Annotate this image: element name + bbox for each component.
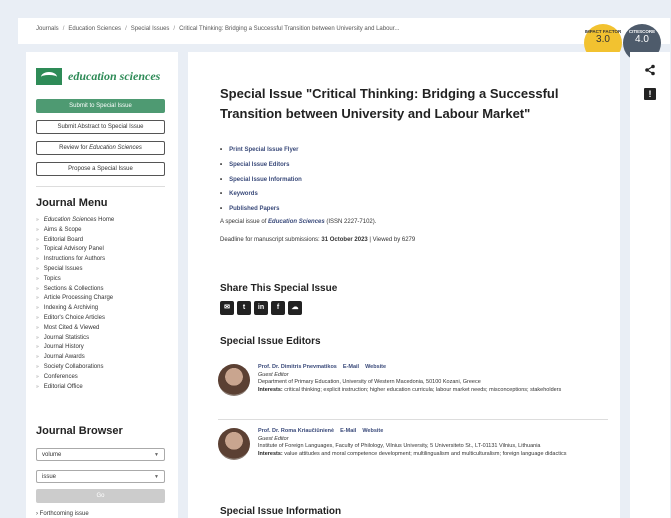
issue-description: A special issue of Education Sciences (I…	[220, 219, 377, 225]
citescore-value: 4.0	[635, 34, 649, 45]
facebook-icon[interactable]: f	[271, 301, 285, 315]
share-icon-svg	[645, 64, 655, 76]
main-content: Special Issue "Critical Thinking: Bridgi…	[188, 52, 620, 518]
editor-interests: Interests: critical thinking; explicit i…	[258, 386, 562, 393]
editor-card: Prof. Dr. Roma Kriaučiūnienė E-Mail Websit…	[218, 428, 608, 488]
menu-item-sections-collections[interactable]: Sections & Collections	[36, 285, 114, 295]
editor-affiliation: Department of Primary Education, Univers…	[258, 379, 481, 385]
menu-item-topics[interactable]: Topics	[36, 275, 114, 285]
page-title: Special Issue "Critical Thinking: Bridgi…	[220, 86, 559, 121]
editors-link[interactable]: Special Issue Editors	[220, 158, 302, 173]
feedback-icon[interactable]: !	[644, 88, 656, 100]
editor-role: Guest Editor	[258, 435, 289, 442]
volume-select-value: volume	[42, 452, 62, 458]
wechat-icon[interactable]: ☁	[288, 301, 302, 315]
menu-item-indexing-archiving[interactable]: Indexing & Archiving	[36, 304, 114, 314]
breadcrumb-current: Critical Thinking: Bridging a Successful…	[179, 26, 400, 32]
menu-item-journal-history[interactable]: Journal History	[36, 343, 114, 353]
breadcrumb-journals[interactable]: Journals	[36, 26, 59, 32]
avatar	[218, 364, 250, 396]
editor-email-link[interactable]: E-Mail	[343, 364, 359, 370]
deadline-line: Deadline for manuscript submissions: 31 …	[220, 237, 416, 243]
information-link[interactable]: Special Issue Information	[220, 173, 302, 188]
journal-logo[interactable]: education sciences	[36, 68, 160, 85]
journal-link[interactable]: Education Sciences	[268, 219, 325, 225]
twitter-icon[interactable]: t	[237, 301, 251, 315]
menu-item-journal-awards[interactable]: Journal Awards	[36, 353, 114, 363]
editor-info: Prof. Dr. Dimitris Pnevmatikos E-Mail Webs…	[258, 364, 598, 394]
share-title: Share This Special Issue	[220, 283, 338, 294]
submit-to-special-issue-button[interactable]: Submit to Special Issue	[36, 99, 165, 113]
chevron-down-icon: ▼	[154, 452, 159, 458]
editor-info: Prof. Dr. Roma Kriaučiūnienė E-Mail Websit…	[258, 428, 598, 458]
published-papers-link[interactable]: Published Papers	[220, 202, 302, 217]
keywords-link[interactable]: Keywords	[220, 187, 302, 202]
breadcrumb-education-sciences[interactable]: Education Sciences	[68, 26, 121, 32]
share-icon[interactable]	[644, 64, 656, 76]
breadcrumb-special-issues[interactable]: Special Issues	[131, 26, 170, 32]
forthcoming-issue-link[interactable]: › Forthcoming issue	[36, 511, 89, 517]
menu-item-editorial-office[interactable]: Editorial Office	[36, 383, 114, 393]
menu-item-editors-choice[interactable]: Editor's Choice Articles	[36, 314, 114, 324]
editor-website-link[interactable]: Website	[365, 364, 386, 370]
impact-factor-value: 3.0	[596, 34, 610, 45]
volume-select[interactable]: volume ▼	[36, 448, 165, 461]
propose-special-issue-button[interactable]: Propose a Special Issue	[36, 162, 165, 176]
menu-home-suffix: Home	[96, 217, 115, 223]
print-flyer-link[interactable]: Print Special Issue Flyer	[220, 143, 302, 158]
menu-item-most-cited[interactable]: Most Cited & Viewed	[36, 324, 114, 334]
editor-name[interactable]: Prof. Dr. Dimitris Pnevmatikos	[258, 364, 337, 370]
menu-item-society-collaborations[interactable]: Society Collaborations	[36, 363, 114, 373]
menu-item-article-processing-charge[interactable]: Article Processing Charge	[36, 294, 114, 304]
breadcrumb: Journals / Education Sciences / Special Issu…	[36, 26, 400, 32]
left-sidebar: education sciences Submit to Special Iss…	[26, 52, 178, 518]
email-icon[interactable]: ✉	[220, 301, 234, 315]
editor-email-link[interactable]: E-Mail	[340, 428, 356, 434]
deadline-date: 31 October 2023	[321, 237, 368, 243]
menu-item-special-issues[interactable]: Special Issues	[36, 265, 114, 275]
menu-item-aims-scope[interactable]: Aims & Scope	[36, 226, 114, 236]
review-for-journal-button[interactable]: Review for Education Sciences	[36, 141, 165, 155]
issue-select-value: issue	[42, 474, 57, 480]
top-bar: Journals / Education Sciences / Special Issu…	[18, 18, 670, 44]
journal-browser-title: Journal Browser	[36, 425, 123, 437]
menu-item-topical-advisory-panel[interactable]: Topical Advisory Panel	[36, 245, 114, 255]
menu-item-journal-statistics[interactable]: Journal Statistics	[36, 334, 114, 344]
editors-title: Special Issue Editors	[220, 336, 321, 347]
chevron-down-icon: ▼	[154, 474, 159, 480]
menu-item-instructions-for-authors[interactable]: Instructions for Authors	[36, 255, 114, 265]
journal-menu-title: Journal Menu	[36, 197, 108, 209]
editor-website-link[interactable]: Website	[362, 428, 383, 434]
information-title: Special Issue Information	[220, 506, 342, 517]
journal-logo-text: education sciences	[68, 69, 161, 83]
editor-divider	[218, 419, 608, 420]
menu-item-editorial-board[interactable]: Editorial Board	[36, 236, 114, 246]
review-journal-name: Education Sciences	[89, 145, 142, 151]
review-prefix: Review for	[59, 145, 90, 151]
issue-select[interactable]: issue ▼	[36, 470, 165, 483]
menu-item-home[interactable]: Education Sciences Home	[36, 216, 114, 226]
submit-abstract-button[interactable]: Submit Abstract to Special Issue	[36, 120, 165, 134]
editor-interests: Interests: value attitudes and moral com…	[258, 450, 567, 457]
editor-name[interactable]: Prof. Dr. Roma Kriaučiūnienė	[258, 428, 334, 434]
share-icons: ✉ t in f ☁	[220, 301, 302, 315]
forthcoming-issue-label: Forthcoming issue	[39, 511, 89, 517]
menu-home-journal: Education Sciences	[43, 217, 97, 223]
editor-affiliation: Institute of Foreign Languages, Faculty …	[258, 443, 541, 449]
go-button[interactable]: Go	[36, 489, 165, 503]
menu-item-conferences[interactable]: Conferences	[36, 373, 114, 383]
view-count: | Viewed by 6279	[367, 237, 416, 243]
editor-card: Prof. Dr. Dimitris Pnevmatikos E-Mail Webs…	[218, 364, 608, 424]
section-links: Print Special Issue Flyer Special Issue …	[220, 143, 302, 217]
journal-menu: Education Sciences Home Aims & Scope Edi…	[36, 216, 114, 392]
editor-role: Guest Editor	[258, 371, 289, 378]
avatar	[218, 428, 250, 460]
journal-logo-icon	[36, 68, 62, 85]
right-toolbar: !	[630, 52, 670, 518]
sidebar-divider	[36, 186, 165, 187]
linkedin-icon[interactable]: in	[254, 301, 268, 315]
